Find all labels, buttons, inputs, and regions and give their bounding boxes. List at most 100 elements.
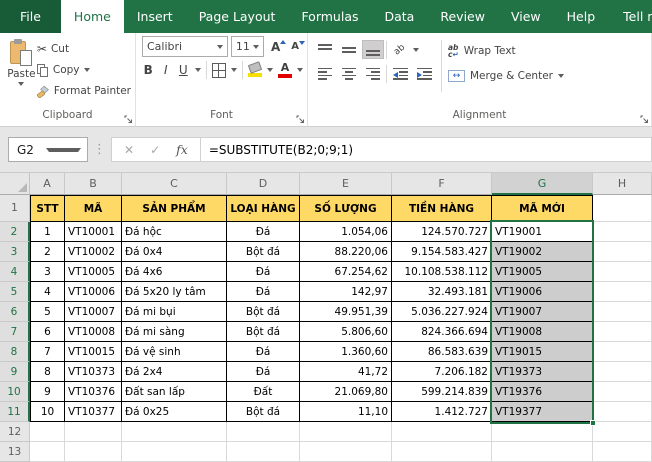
font-color-button[interactable]: A [278,63,292,78]
cell-H12[interactable] [593,422,652,442]
row-header-6[interactable]: 6 [0,302,30,322]
cell-B1[interactable]: MÃ [65,195,122,222]
row-header-11[interactable]: 11 [0,402,30,422]
cell-H10[interactable] [593,382,652,402]
cell-H9[interactable] [593,362,652,382]
formula-input[interactable]: =SUBSTITUTE(B2;0;9;1) [201,137,652,162]
cell-G6[interactable]: VT19007 [492,302,593,322]
cell-E11[interactable]: 11,10 [300,402,392,422]
tab-file[interactable]: File [0,0,61,33]
cell-H2[interactable] [593,222,652,242]
cell-F4[interactable]: 10.108.538.112 [392,262,492,282]
cell-A10[interactable]: 9 [30,382,65,402]
select-all-corner[interactable] [0,173,30,195]
cell-A13[interactable] [30,442,65,462]
tell-me-box[interactable]: Tell me w [608,0,652,33]
font-size-select[interactable]: 11 [231,36,264,57]
cell-C11[interactable]: Đá 0x25 [122,402,227,422]
row-header-9[interactable]: 9 [0,362,30,382]
cell-B3[interactable]: VT10002 [65,242,122,262]
cell-B4[interactable]: VT10005 [65,262,122,282]
align-right-button[interactable] [362,64,384,83]
increase-font-size-button[interactable]: A [267,40,284,54]
row-header-13[interactable]: 13 [0,442,30,462]
cell-H6[interactable] [593,302,652,322]
cell-D8[interactable]: Đá [227,342,300,362]
cell-D13[interactable] [227,442,300,462]
align-left-button[interactable] [314,64,336,83]
cell-E6[interactable]: 49.951,39 [300,302,392,322]
cell-A1[interactable]: STT [30,195,65,222]
cell-B10[interactable]: VT10376 [65,382,122,402]
cell-D11[interactable]: Bột đá [227,402,300,422]
cell-E5[interactable]: 142,97 [300,282,392,302]
cell-F9[interactable]: 7.206.182 [392,362,492,382]
cell-D2[interactable]: Đá [227,222,300,242]
cell-A6[interactable]: 5 [30,302,65,322]
cell-C3[interactable]: Đá 0x4 [122,242,227,262]
font-color-dropdown-arrow[interactable] [297,68,303,72]
row-header-4[interactable]: 4 [0,262,30,282]
column-header-E[interactable]: E [300,173,392,195]
insert-function-button[interactable]: fx [176,142,188,157]
tab-view[interactable]: View [498,0,554,33]
cell-H4[interactable] [593,262,652,282]
cell-B7[interactable]: VT10008 [65,322,122,342]
cell-E7[interactable]: 5.806,60 [300,322,392,342]
cell-C2[interactable]: Đá hộc [122,222,227,242]
cell-H3[interactable] [593,242,652,262]
cell-C5[interactable]: Đá 5x20 ly tâm [122,282,227,302]
cell-G11[interactable]: VT19377 [492,402,593,422]
decrease-indent-button[interactable] [389,64,411,83]
cell-G2[interactable]: VT19001 [492,222,593,242]
cell-F10[interactable]: 599.214.839 [392,382,492,402]
cell-C6[interactable]: Đá mi bụi [122,302,227,322]
cell-A7[interactable]: 6 [30,322,65,342]
cell-A9[interactable]: 8 [30,362,65,382]
borders-dropdown-arrow[interactable] [231,68,237,72]
column-header-A[interactable]: A [30,173,65,195]
cell-A12[interactable] [30,422,65,442]
orientation-button[interactable]: ab [389,40,411,59]
cell-G13[interactable] [492,442,593,462]
cell-E9[interactable]: 41,72 [300,362,392,382]
cell-G1[interactable]: MÃ MỚI [492,195,593,222]
cell-B5[interactable]: VT10006 [65,282,122,302]
tab-home[interactable]: Home [61,0,124,33]
cell-C9[interactable]: Đá 2x4 [122,362,227,382]
row-header-1[interactable]: 1 [0,195,30,222]
cell-B6[interactable]: VT10007 [65,302,122,322]
cell-D3[interactable]: Bột đá [227,242,300,262]
cell-A2[interactable]: 1 [30,222,65,242]
cell-D4[interactable]: Đá [227,262,300,282]
cell-C7[interactable]: Đá mi sàng [122,322,227,342]
cell-A5[interactable]: 4 [30,282,65,302]
cell-B13[interactable] [65,442,122,462]
column-header-H[interactable]: H [593,173,652,195]
cell-B2[interactable]: VT10001 [65,222,122,242]
cell-B11[interactable]: VT10377 [65,402,122,422]
cell-C12[interactable] [122,422,227,442]
tab-review[interactable]: Review [427,0,498,33]
fill-handle[interactable] [590,420,596,426]
column-header-C[interactable]: C [122,173,227,195]
cell-C13[interactable] [122,442,227,462]
cell-D12[interactable] [227,422,300,442]
cell-G8[interactable]: VT19015 [492,342,593,362]
align-top-button[interactable] [314,40,336,59]
align-center-button[interactable] [338,64,360,83]
cell-B8[interactable]: VT10015 [65,342,122,362]
increase-indent-button[interactable] [413,64,435,83]
font-name-select[interactable]: Calibri [142,36,228,57]
cell-C1[interactable]: SẢN PHẨM [122,195,227,222]
tab-data[interactable]: Data [372,0,428,33]
cell-G7[interactable]: VT19008 [492,322,593,342]
row-header-10[interactable]: 10 [0,382,30,402]
copy-button[interactable]: Copy [37,61,131,79]
format-painter-button[interactable]: Format Painter [37,82,131,100]
fill-color-dropdown-arrow[interactable] [267,68,273,72]
wrap-text-button[interactable]: abc↵ Wrap Text [448,41,564,60]
cell-D7[interactable]: Bột đá [227,322,300,342]
cell-A3[interactable]: 2 [30,242,65,262]
cell-F11[interactable]: 1.412.727 [392,402,492,422]
